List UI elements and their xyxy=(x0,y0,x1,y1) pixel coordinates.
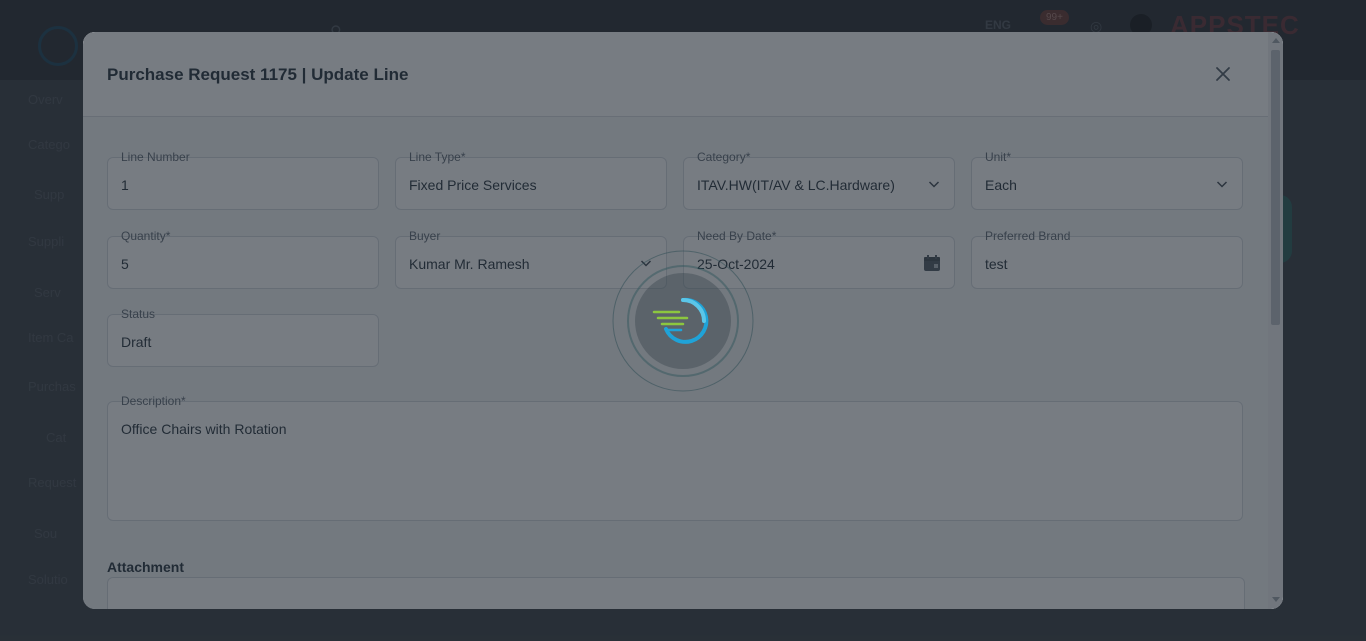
preferred-brand-field[interactable]: Preferred Brand test xyxy=(971,229,1243,289)
modal-scrollbar[interactable] xyxy=(1268,32,1283,609)
modal-title: Purchase Request 1175 | Update Line xyxy=(107,65,409,84)
quantity-label: Quantity* xyxy=(121,229,171,243)
attachment-title: Attachment xyxy=(107,559,185,575)
scroll-down-arrow-icon[interactable] xyxy=(1272,597,1280,602)
status-field[interactable]: Status Draft xyxy=(107,307,379,367)
description-value: Office Chairs with Rotation xyxy=(121,421,287,437)
need-by-date-label: Need By Date* xyxy=(697,229,777,243)
quantity-value: 5 xyxy=(121,256,129,272)
close-button[interactable] xyxy=(1211,62,1235,86)
preferred-brand-label: Preferred Brand xyxy=(985,229,1071,243)
buyer-label: Buyer xyxy=(409,229,441,243)
unit-select[interactable]: Unit* Each xyxy=(971,150,1243,210)
close-icon xyxy=(1216,67,1230,81)
line-number-value: 1 xyxy=(121,177,129,193)
attachment-dropzone[interactable] xyxy=(107,577,1245,609)
description-label: Description* xyxy=(121,394,186,408)
chevron-down-icon xyxy=(928,181,940,188)
category-value: ITAV.HW(IT/AV & LC.Hardware) xyxy=(697,177,895,193)
line-type-field[interactable]: Line Type* Fixed Price Services xyxy=(395,150,667,210)
buyer-value: Kumar Mr. Ramesh xyxy=(409,256,530,272)
line-number-field[interactable]: Line Number 1 xyxy=(107,150,379,210)
quantity-field[interactable]: Quantity* 5 xyxy=(107,229,379,289)
category-label: Category* xyxy=(697,150,751,164)
line-number-label: Line Number xyxy=(121,150,190,164)
scroll-up-arrow-icon[interactable] xyxy=(1272,38,1280,43)
category-select[interactable]: Category* ITAV.HW(IT/AV & LC.Hardware) xyxy=(683,150,955,210)
scroll-thumb[interactable] xyxy=(1271,50,1280,325)
line-type-value: Fixed Price Services xyxy=(409,177,537,193)
status-label: Status xyxy=(121,307,156,321)
status-value: Draft xyxy=(121,334,152,350)
line-type-label: Line Type* xyxy=(409,150,466,164)
unit-label: Unit* xyxy=(985,150,1012,164)
calendar-icon[interactable] xyxy=(922,253,942,273)
chevron-down-icon xyxy=(1216,181,1228,188)
description-textarea[interactable]: Description* Office Chairs with Rotation xyxy=(107,394,1243,521)
preferred-brand-value: test xyxy=(985,256,1008,272)
loading-spinner-icon xyxy=(612,250,754,392)
unit-value: Each xyxy=(985,177,1017,193)
modal-header: Purchase Request 1175 | Update Line xyxy=(83,32,1268,117)
